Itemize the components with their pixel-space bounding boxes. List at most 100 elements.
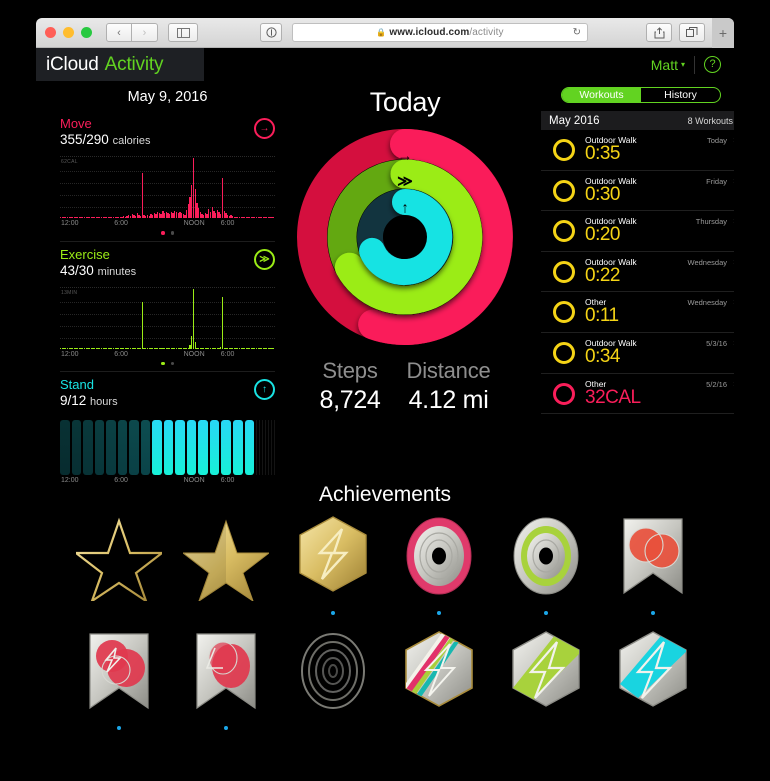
date-title: May 9, 2016 (127, 89, 208, 105)
workout-duration: 0:30 (585, 183, 620, 205)
workout-date: Wednesday (687, 298, 727, 308)
achievement-badge[interactable] (610, 626, 696, 730)
new-tab-button[interactable]: + (712, 18, 734, 48)
workout-row[interactable]: Outdoor Walk0:345/3/16› (541, 333, 734, 374)
zoom-window-button[interactable] (81, 27, 92, 38)
metric-exercise-value: 43/30 minutes (60, 262, 137, 278)
address-bar[interactable]: 🔒 www.icloud.com/activity ↻ (292, 23, 588, 42)
achievement-badge[interactable] (396, 626, 482, 730)
workout-ring-icon (553, 260, 575, 283)
achievement-new-dot (330, 611, 335, 615)
metric-move[interactable]: Move 355/290 calories → 62CAL 12:00 6:00 N… (60, 116, 275, 235)
header-divider (694, 55, 695, 74)
sidebar-icon[interactable] (168, 23, 198, 42)
exercise-chart-axis: 12:00 6:00 NOON 6:00 (61, 350, 235, 358)
move-chart-bars (60, 156, 275, 218)
workout-duration: 0:34 (585, 345, 620, 367)
achievement-badge[interactable] (290, 626, 376, 730)
lock-icon: 🔒 (376, 28, 387, 37)
chevron-right-icon[interactable]: › (733, 176, 734, 185)
tabs-icon[interactable] (679, 23, 705, 42)
workouts-count: 8 Workouts (687, 115, 733, 126)
chevron-right-icon[interactable]: › (733, 379, 734, 388)
workout-date: 5/3/16 (706, 338, 727, 348)
workout-date: 5/2/16 (706, 379, 727, 389)
stand-chart-bars (60, 417, 276, 475)
divider (60, 240, 275, 242)
chevron-down-icon[interactable]: ▾ (681, 60, 685, 69)
move-chart: 62CAL (60, 156, 275, 218)
tab-workouts[interactable]: Workouts (562, 88, 641, 102)
achievement-badge[interactable] (76, 626, 162, 730)
achievement-badge[interactable] (503, 511, 589, 615)
navigation-buttons[interactable]: ‹ › (106, 23, 158, 42)
move-chart-pager[interactable] (60, 231, 275, 235)
stat-distance-value: 4.12 mi (408, 386, 489, 414)
minimize-window-button[interactable] (63, 27, 74, 38)
account-menu[interactable]: Matt (651, 57, 678, 73)
browser-window: ‹ › 🔒 www.icloud.com/activity ↻ + iCloud… (36, 18, 734, 736)
url-text: www.icloud.com/activity (389, 27, 504, 38)
workout-row[interactable]: Other0:11Wednesday› (541, 292, 734, 333)
chevron-right-icon[interactable]: › (733, 338, 734, 347)
achievement-badge[interactable] (182, 511, 269, 615)
workout-row[interactable]: Outdoor Walk0:22Wednesday› (541, 252, 734, 293)
chevron-right-icon[interactable]: › (733, 216, 734, 225)
workout-row[interactable]: Outdoor Walk0:30Friday› (541, 171, 734, 212)
divider (60, 371, 275, 372)
exercise-chart-bars (60, 287, 275, 349)
achievement-badge[interactable] (610, 511, 696, 615)
move-badge-icon: → (254, 118, 275, 139)
workout-duration: 0:11 (585, 305, 619, 327)
workout-date: Thursday (695, 217, 727, 227)
exercise-badge-icon: ≫ (254, 248, 275, 270)
metric-stand-value: 9/12 hours (60, 393, 118, 408)
workout-row[interactable]: Other32CAL5/2/16› (541, 374, 734, 415)
activity-rings[interactable]: → ≫ ↑ (296, 128, 514, 346)
reload-icon[interactable]: ↻ (573, 27, 581, 38)
chevron-right-icon[interactable]: › (733, 297, 734, 306)
achievement-badge[interactable] (76, 511, 162, 615)
toolbar-right-actions: + (646, 18, 734, 48)
metric-stand-name: Stand (60, 377, 94, 392)
workouts-history-tabs[interactable]: Workouts History (561, 87, 721, 103)
achievement-badge[interactable] (183, 626, 269, 730)
chevron-right-icon[interactable]: › (733, 135, 734, 144)
header-actions: Matt ▾ ? (651, 55, 734, 74)
tab-history[interactable]: History (641, 88, 720, 102)
workout-row[interactable]: Outdoor Walk0:35Today› (541, 130, 734, 171)
workout-ring-icon (553, 220, 575, 243)
stand-badge-icon: ↑ (254, 379, 275, 400)
metric-stand[interactable]: Stand 9/12 hours ↑ 12:00 6:00 NOON 6:00 (60, 377, 276, 484)
exercise-chart-pager[interactable] (60, 361, 275, 365)
workout-ring-icon (553, 179, 575, 202)
workouts-month-header: May 2016 8 Workouts (541, 111, 734, 130)
help-icon[interactable]: ? (704, 56, 721, 73)
stand-ring-arrow-icon: ↑ (401, 199, 409, 217)
workouts-list[interactable]: Outdoor Walk0:35Today›Outdoor Walk0:30Fr… (541, 130, 734, 420)
workouts-panel: Workouts History May 2016 8 Workouts Out… (541, 81, 734, 420)
activity-rings-panel: Today → ≫ ↑ Steps 8,724 Distance 4.12 mi (276, 81, 534, 415)
achievement-badge[interactable] (290, 511, 376, 615)
window-controls[interactable] (45, 27, 92, 38)
achievement-badge[interactable] (396, 511, 482, 615)
close-window-button[interactable] (45, 27, 56, 38)
workout-row[interactable]: Outdoor Walk0:20Thursday› (541, 211, 734, 252)
achievement-new-dot (544, 611, 549, 615)
workout-ring-icon (553, 382, 575, 405)
workout-date: Wednesday (687, 257, 727, 267)
stat-steps-label: Steps (322, 358, 378, 383)
reader-icon[interactable] (260, 23, 282, 42)
achievement-badge[interactable] (503, 626, 589, 730)
app-brand[interactable]: iCloud Activity (36, 48, 204, 81)
brand-icloud-label: iCloud (46, 53, 99, 75)
share-icon[interactable] (646, 23, 672, 42)
workout-duration: 0:22 (585, 264, 620, 286)
chevron-right-icon[interactable]: › (733, 257, 734, 266)
back-button[interactable]: ‹ (106, 23, 132, 42)
workout-date: Friday (706, 176, 727, 186)
stat-distance-label: Distance (406, 358, 491, 383)
metric-exercise[interactable]: Exercise 43/30 minutes ≫ 13MIN 12:00 6:00… (60, 247, 275, 365)
exercise-ring-arrow-icon: ≫ (397, 173, 413, 190)
forward-button[interactable]: › (132, 23, 158, 42)
